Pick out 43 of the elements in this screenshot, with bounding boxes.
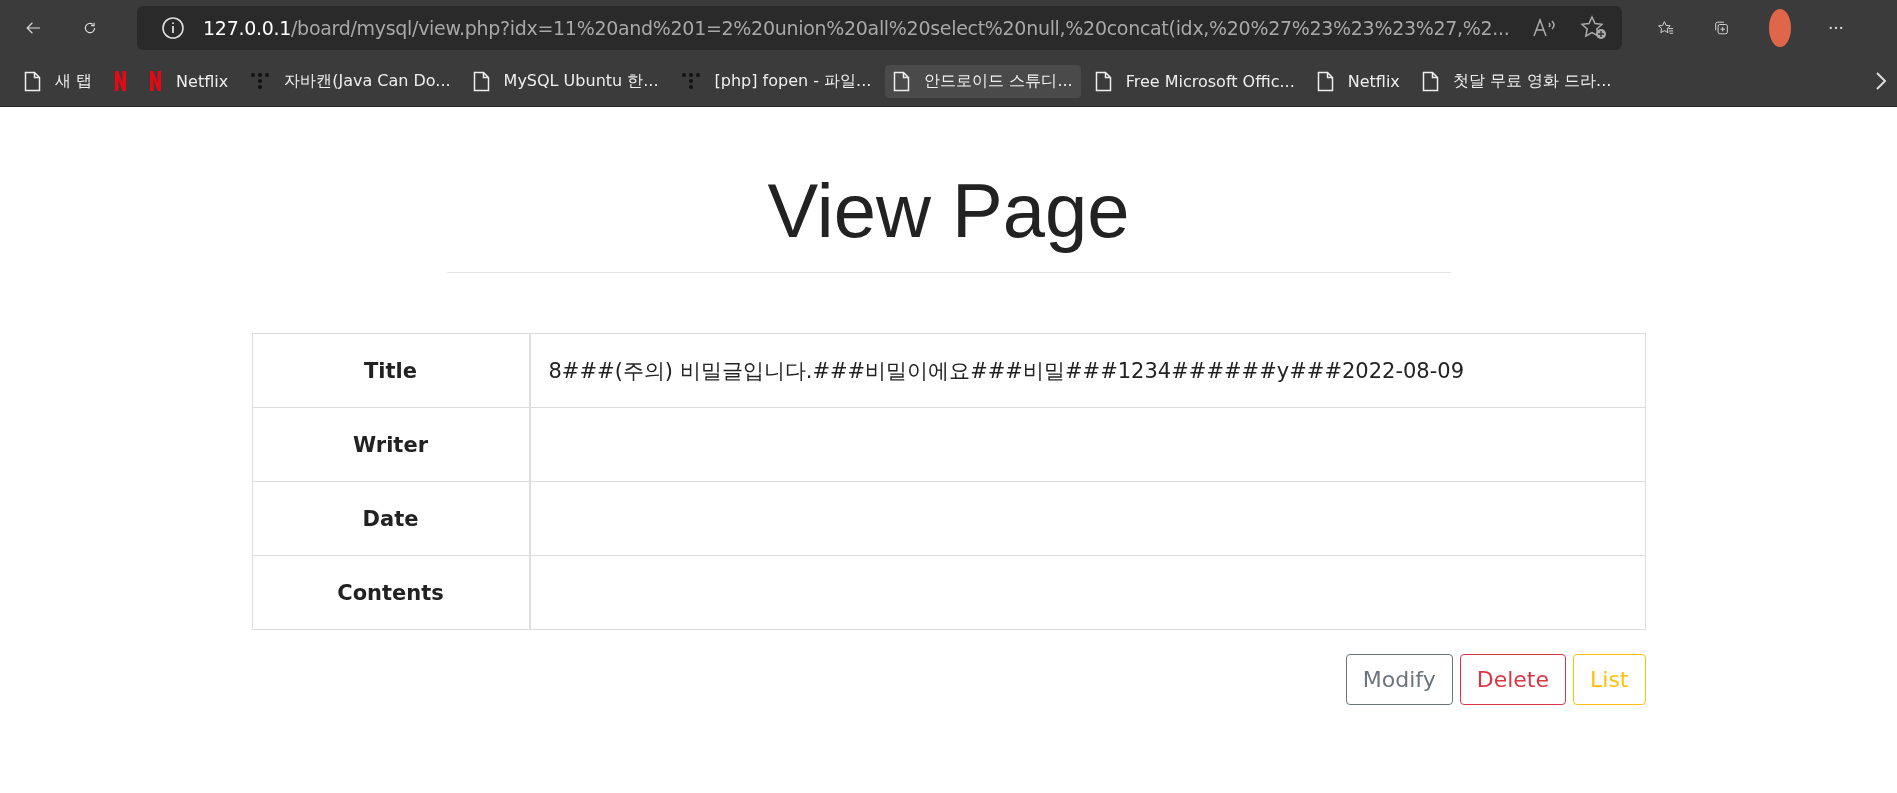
bookmark-item[interactable]: [php] fopen - 파일...: [672, 64, 880, 98]
row-label: Title: [252, 334, 531, 408]
bookmark-label: Netflix: [176, 71, 229, 91]
page-icon: [1094, 70, 1112, 92]
profile-avatar[interactable]: [1768, 9, 1792, 47]
netflix-logo-icon: [149, 70, 163, 92]
bookmark-label: 첫달 무료 영화 드라...: [1452, 70, 1612, 92]
value-text: 8###(주의) 비밀글입니다.###비밀이에요###비밀###1234######y###2022-08-09: [548, 357, 1465, 385]
page-icon: [472, 70, 490, 92]
bookmark-item[interactable]: 안드로이드 스튜디...: [885, 64, 1081, 98]
bookmark-label: Netflix: [1347, 71, 1400, 91]
bookmark-item[interactable]: 첫달 무료 영화 드라...: [1413, 64, 1620, 98]
dots-icon: [250, 72, 271, 90]
netflix-logo-icon: [114, 70, 128, 92]
bookmark-label: 자바캔(Java Can Do...: [284, 70, 451, 92]
page-heading: View Page: [766, 167, 1131, 254]
address-bar[interactable]: 127.0.0.1/board/mysql/view.php?idx=11%20and%201=2%20union%20all%20select%20null,%20concat(idx,%20%27%23%23%23%27,%2...: [137, 6, 1622, 50]
bookmark-item[interactable]: MySQL Ubuntu 한...: [464, 64, 667, 98]
bookmark-label: [php] fopen - 파일...: [714, 70, 872, 92]
page-icon: [1421, 70, 1439, 92]
row-label: Date: [252, 482, 531, 556]
page-icon: [893, 70, 911, 92]
more-icon[interactable]: [1829, 25, 1843, 31]
bookmark-item[interactable]: Netflix: [1308, 64, 1408, 98]
page-icon: [24, 70, 41, 92]
row-label: Writer: [252, 408, 531, 482]
row-label: Contents: [252, 556, 531, 630]
bookmark-label: Free Microsoft Offic...: [1125, 71, 1295, 91]
bookmark-item[interactable]: Netflix: [141, 64, 237, 98]
action-button[interactable]: Delete: [1459, 654, 1567, 705]
dots-icon: [680, 72, 701, 90]
bookmark-label: 안드로이드 스튜디...: [924, 70, 1073, 92]
bookmark-label: 새 탭: [55, 70, 93, 92]
add-favorite-icon[interactable]: [1579, 15, 1608, 41]
bookmark-label: MySQL Ubuntu 한...: [503, 70, 659, 92]
action-button[interactable]: Modify: [1345, 654, 1453, 705]
bookmark-item[interactable]: Free Microsoft Offic...: [1086, 64, 1303, 98]
url-text: 127.0.0.1/board/mysql/view.php?idx=11%20and%201=2%20union%20all%20select%20null,%20concat(idx,%20%27%23%23%23%27,%2...: [203, 17, 1510, 39]
chevron-right-icon[interactable]: [1875, 71, 1887, 91]
page-icon: [1316, 70, 1334, 92]
bookmark-item[interactable]: 새 탭: [16, 64, 101, 98]
info-icon[interactable]: [161, 16, 186, 40]
bookmark-item[interactable]: 자바캔(Java Can Do...: [242, 64, 459, 98]
